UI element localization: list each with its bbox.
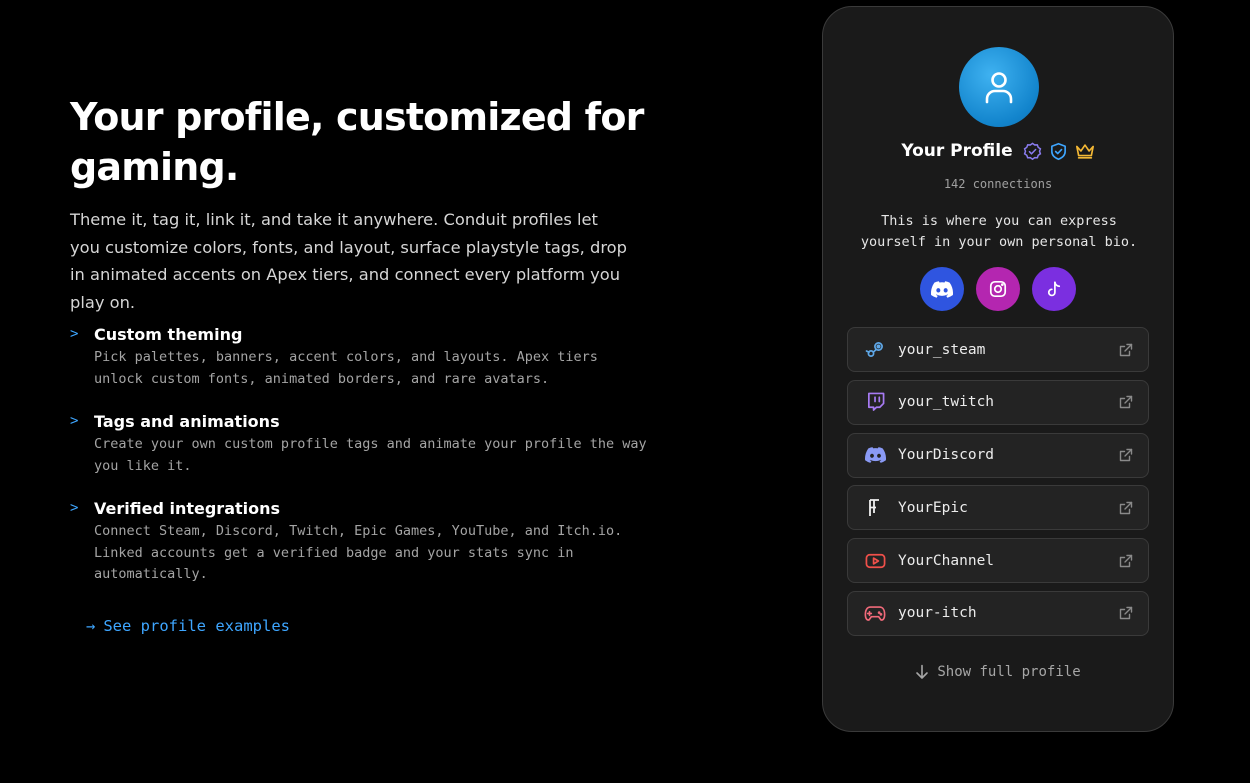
- user-icon: [985, 72, 1013, 104]
- external-link-icon: [1118, 500, 1134, 516]
- epic-games-icon: [864, 497, 886, 519]
- profile-name-row: Your Profile: [823, 141, 1173, 161]
- link-discord[interactable]: YourDiscord: [847, 432, 1149, 478]
- arrow-down-icon: [916, 664, 929, 679]
- see-profile-examples-link[interactable]: → See profile examples: [86, 617, 290, 635]
- show-full-profile-button[interactable]: Show full profile: [823, 664, 1173, 680]
- tiktok-icon: [1047, 280, 1061, 296]
- arrow-right-icon: →: [86, 617, 96, 635]
- feature-description: Connect Steam, Discord, Twitch, Epic Gam…: [94, 523, 623, 582]
- external-link-icon: [1118, 605, 1134, 621]
- connections-count: 142 connections: [943, 177, 1053, 191]
- feature-item: > Custom theming Pick palettes, banners,…: [70, 324, 650, 390]
- link-twitch[interactable]: your_twitch: [847, 379, 1149, 425]
- feature-title: Verified integrations: [94, 499, 281, 518]
- see-profile-examples-label: See profile examples: [103, 617, 290, 635]
- chevron-right-icon: >: [70, 326, 79, 342]
- chevron-right-icon: >: [70, 413, 79, 429]
- steam-icon: [864, 339, 886, 361]
- feature-list: > Custom theming Pick palettes, banners,…: [70, 324, 650, 586]
- twitch-icon: [864, 391, 886, 413]
- link-label: your_twitch: [898, 394, 995, 411]
- linked-accounts-list: your_steam your_twitch YourDiscord YourE…: [847, 327, 1149, 644]
- external-link-icon: [1118, 553, 1134, 569]
- discord-icon: [864, 444, 886, 466]
- feature-description: Pick palettes, banners, accent colors, a…: [94, 349, 598, 387]
- feature-title: Tags and animations: [94, 412, 280, 431]
- hero-headline: Your profile, customized for gaming.: [70, 95, 644, 189]
- feature-item: > Verified integrations Connect Steam, D…: [70, 498, 650, 586]
- feature-description: Create your own custom profile tags and …: [94, 436, 647, 474]
- social-buttons: [823, 267, 1173, 311]
- show-full-profile-label: Show full profile: [937, 664, 1081, 680]
- discord-social-button[interactable]: [920, 267, 964, 311]
- link-label: your-itch: [898, 605, 977, 622]
- link-label: YourDiscord: [898, 447, 995, 464]
- link-epic[interactable]: YourEpic: [847, 485, 1149, 531]
- verified-badge-icon: [1023, 141, 1043, 161]
- external-link-icon: [1118, 394, 1134, 410]
- feature-title: Custom theming: [94, 325, 243, 344]
- gamepad-icon: [864, 602, 886, 624]
- shield-check-icon: [1049, 141, 1069, 161]
- youtube-icon: [864, 550, 886, 572]
- chevron-right-icon: >: [70, 500, 79, 516]
- avatar: [959, 47, 1039, 127]
- profile-name: Your Profile: [901, 141, 1013, 161]
- discord-icon: [931, 280, 953, 298]
- crown-icon: [1075, 141, 1095, 161]
- hero-section: Your profile, customized for gaming. The…: [70, 92, 650, 607]
- hero-intro: Theme it, tag it, link it, and take it a…: [70, 210, 627, 312]
- link-label: YourChannel: [898, 552, 995, 569]
- link-label: your_steam: [898, 341, 986, 358]
- profile-card: Your Profile 142 connections This is whe…: [822, 6, 1174, 732]
- link-steam[interactable]: your_steam: [847, 327, 1149, 372]
- profile-bio: This is where you can express yourself i…: [860, 213, 1138, 250]
- tiktok-social-button[interactable]: [1032, 267, 1076, 311]
- link-youtube[interactable]: YourChannel: [847, 538, 1149, 584]
- instagram-icon: [989, 280, 1007, 298]
- feature-item: > Tags and animations Create your own cu…: [70, 411, 650, 477]
- link-label: YourEpic: [898, 499, 968, 516]
- external-link-icon: [1118, 447, 1134, 463]
- instagram-social-button[interactable]: [976, 267, 1020, 311]
- external-link-icon: [1118, 342, 1134, 358]
- link-itch[interactable]: your-itch: [847, 590, 1149, 636]
